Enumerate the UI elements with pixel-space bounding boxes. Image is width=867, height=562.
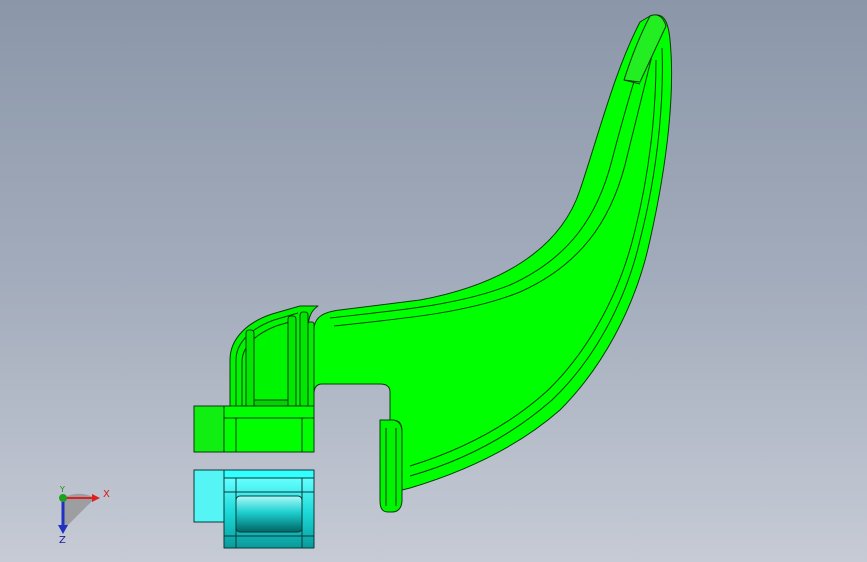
graphics-viewport[interactable]: X Y Z — [0, 0, 867, 562]
y-axis-dot — [59, 494, 67, 502]
y-axis-label: Y — [59, 485, 65, 494]
cyan-barrel — [235, 495, 303, 533]
hook[interactable] — [379, 419, 403, 513]
x-axis-arrow — [92, 494, 100, 502]
triad-shadow — [63, 493, 95, 530]
rib-1 — [245, 329, 255, 417]
rib-2 — [287, 315, 297, 417]
cyan-part[interactable] — [193, 469, 315, 549]
cyan-left-face — [193, 469, 225, 523]
z-axis-label: Z — [59, 535, 66, 546]
z-axis-arrow — [58, 525, 68, 534]
rib-4 — [307, 321, 315, 417]
blade-body[interactable] — [313, 14, 673, 491]
reference-triad: X Y Z — [58, 485, 110, 546]
model-scene[interactable]: X Y Z — [0, 0, 867, 562]
x-axis-label: X — [103, 489, 110, 500]
base-left-face — [193, 405, 225, 453]
rib-3 — [299, 311, 309, 417]
green-part[interactable] — [193, 14, 673, 513]
